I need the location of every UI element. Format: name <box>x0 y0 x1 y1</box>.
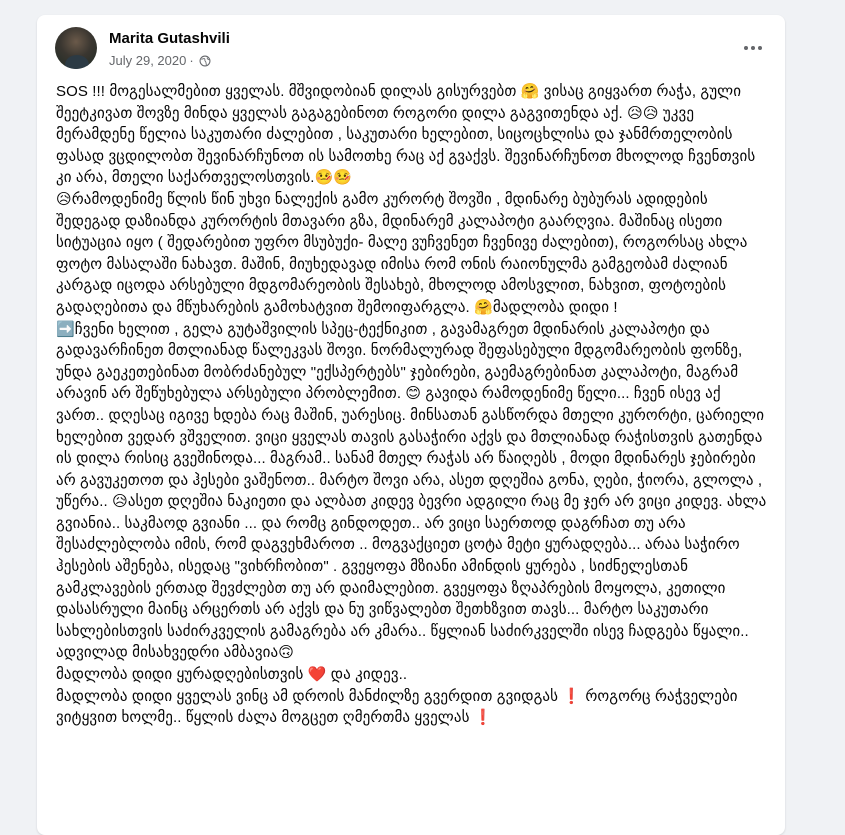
more-options-button[interactable] <box>735 34 771 62</box>
post-paragraph: SOS !!! მოგესალმებით ყველას. მშვიდობიან … <box>56 83 756 187</box>
post-paragraph: ➡️ჩვენი ხელით , გელა გუტაშვილის სპეც-ტექ… <box>56 320 767 662</box>
post-card: Marita Gutashvili July 29, 2020 · SOS !!… <box>37 15 785 835</box>
post-date[interactable]: July 29, 2020 <box>109 53 186 68</box>
post-paragraph: მადლობა დიდი ყველას ვინც ამ დროის მანძილ… <box>56 687 738 727</box>
post-text: SOS !!! მოგესალმებით ყველას. მშვიდობიან … <box>56 81 768 729</box>
more-horizontal-icon-dot <box>751 46 755 50</box>
more-horizontal-icon-dot <box>758 46 762 50</box>
post-paragraph: მადლობა დიდი ყურადღებისთვის ❤️ და კიდევ.… <box>56 666 408 684</box>
post-header: Marita Gutashvili July 29, 2020 · <box>37 15 785 83</box>
more-horizontal-icon-dot <box>744 46 748 50</box>
post-paragraph: 😥რამოდენიმე წლის წინ უხვი ნალექის გამო კ… <box>56 190 748 316</box>
avatar[interactable] <box>55 27 97 69</box>
post-meta: July 29, 2020 · <box>109 53 211 68</box>
globe-icon[interactable] <box>199 55 211 67</box>
author-name[interactable]: Marita Gutashvili <box>109 30 230 47</box>
meta-separator: · <box>189 53 194 68</box>
